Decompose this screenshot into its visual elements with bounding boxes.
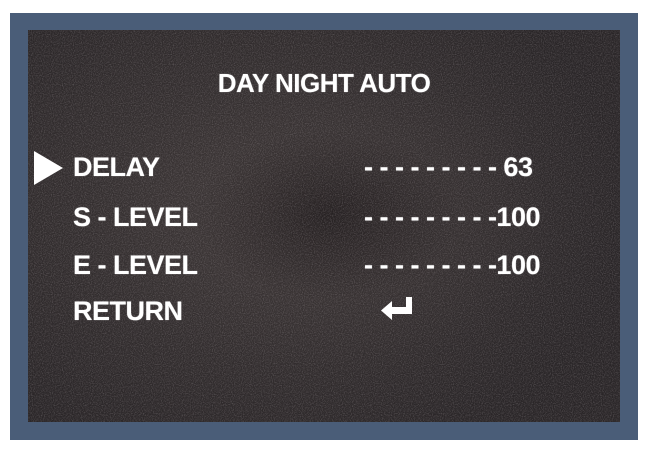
- menu-item-e-level[interactable]: E - LEVEL: [73, 252, 198, 279]
- menu-value-delay[interactable]: - - - - - - - - - 63: [364, 154, 533, 181]
- menu-value-e-level[interactable]: - - - - - - - - -100: [364, 252, 540, 279]
- monitor-frame: DAY NIGHT AUTO DELAY - - - - - - - - - 6…: [10, 13, 638, 440]
- menu-item-return[interactable]: RETURN: [73, 298, 183, 325]
- menu-title: DAY NIGHT AUTO: [217, 68, 431, 98]
- menu-value-s-level[interactable]: - - - - - - - - -100: [364, 204, 540, 231]
- menu-item-s-level[interactable]: S - LEVEL: [73, 204, 198, 231]
- osd-screen: DAY NIGHT AUTO DELAY - - - - - - - - - 6…: [28, 30, 620, 422]
- menu-item-delay[interactable]: DELAY: [73, 154, 160, 181]
- return-arrow-icon[interactable]: [380, 294, 416, 324]
- selection-cursor-icon: [34, 151, 63, 185]
